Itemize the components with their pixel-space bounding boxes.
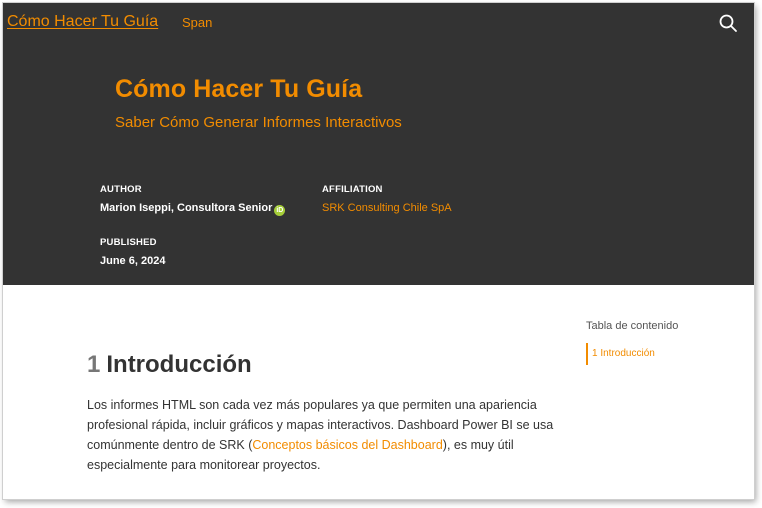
page-frame: Cómo Hacer Tu Guía Span Cómo Hacer Tu Gu… — [3, 3, 754, 499]
published-heading: PUBLISHED — [100, 237, 157, 248]
title-banner: Cómo Hacer Tu Guía Span Cómo Hacer Tu Gu… — [3, 3, 754, 285]
author-name-row: Marion Iseppi, Consultora Senior iD — [100, 202, 286, 216]
intro-paragraph: Los informes HTML son cada vez más popul… — [87, 395, 557, 475]
author-name: Marion Iseppi, Consultora Senior — [100, 202, 273, 214]
author-heading: AUTHOR — [100, 184, 142, 195]
affiliation-link[interactable]: SRK Consulting Chile SpA — [322, 202, 452, 214]
navbar-brand-link[interactable]: Cómo Hacer Tu Guía — [7, 13, 158, 31]
navbar-link-span[interactable]: Span — [182, 15, 212, 30]
section-heading-introduccion: 1 Introducción — [87, 351, 252, 379]
toc-title: Tabla de contenido — [586, 320, 679, 332]
search-icon[interactable] — [718, 13, 738, 33]
page-title: Cómo Hacer Tu Guía — [115, 75, 363, 103]
published-date: June 6, 2024 — [100, 255, 166, 267]
section-title: Introducción — [106, 351, 252, 378]
dashboard-concepts-link[interactable]: Conceptos básicos del Dashboard — [252, 438, 442, 452]
page-subtitle: Saber Cómo Generar Informes Interactivos — [115, 114, 402, 131]
affiliation-heading: AFFILIATION — [322, 184, 383, 195]
section-number: 1 — [87, 351, 101, 378]
toc-item-introduccion[interactable]: 1 Introducción — [586, 343, 655, 365]
orcid-icon[interactable]: iD — [274, 205, 286, 216]
